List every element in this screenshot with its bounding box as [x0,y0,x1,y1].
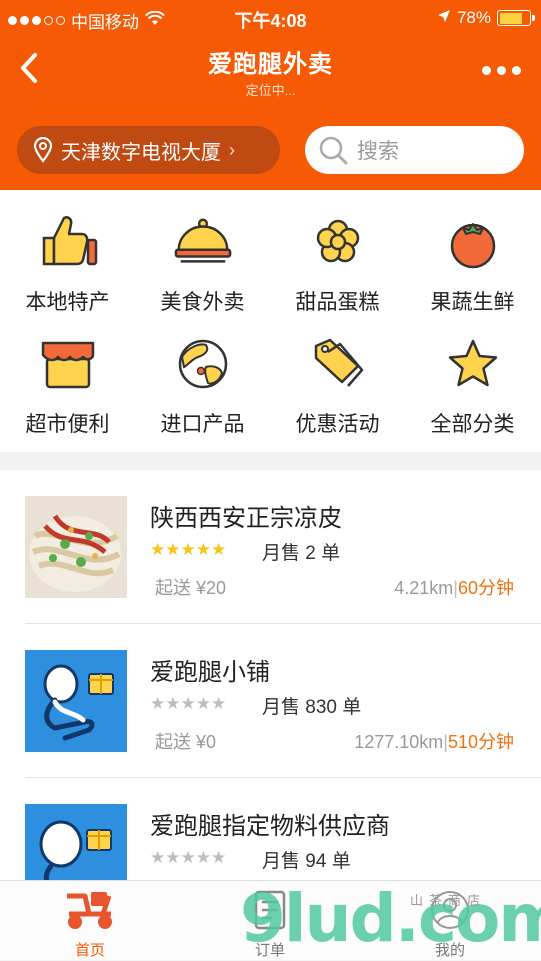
delivery-time: 60分钟 [457,578,514,598]
star-icon: ★ [195,540,211,559]
category-fresh-produce[interactable]: 果蔬生鲜 [405,212,540,316]
category-desserts[interactable]: 甜品蛋糕 [270,212,405,316]
category-label: 优惠活动 [295,413,380,436]
category-label: 甜品蛋糕 [295,291,380,314]
monthly-sales: 月售 94 单 [262,851,351,872]
category-label: 果蔬生鲜 [430,291,515,314]
tag-icon [308,334,368,394]
tab-profile[interactable]: 我的 [360,881,540,961]
store-name: 陕西西安正宗凉皮 [150,505,342,532]
category-local-specialty[interactable]: 本地特产 [0,212,135,316]
globe-icon [173,334,233,394]
thumbs-up-icon [38,212,98,272]
search-input[interactable]: 搜索 [305,126,524,174]
category-label: 进口产品 [160,413,245,436]
star-icon: ★ [211,694,227,713]
chevron-right-icon: › [229,139,235,160]
search-placeholder: 搜索 [357,140,399,163]
map-pin-icon [33,137,53,163]
category-grid: 本地特产 美食外卖 甜品蛋糕 果蔬生鲜 超市便利 进口产品 优惠活动 全部分类 [0,190,541,452]
minimum-order: 起送 ¥0 [155,732,217,752]
order-icon [243,887,297,933]
store-icon [38,334,98,394]
monthly-sales: 月售 830 单 [262,697,362,718]
more-button[interactable] [482,66,521,75]
star-icon: ★ [150,848,166,867]
tab-bar: 首页 订单 我的 [0,880,541,960]
location-selector[interactable]: 天津数字电视大厦 › [17,126,280,174]
runner-logo-icon [25,650,127,752]
star-icon: ★ [180,848,196,867]
store-thumbnail [25,650,127,752]
more-dot-icon [482,66,491,75]
star-icon [443,334,503,394]
search-row: 天津数字电视大厦 › 搜索 [0,106,541,190]
rating-stars: ★★★★★ [150,694,226,714]
star-icon: ★ [165,540,181,559]
category-label: 美食外卖 [160,291,245,314]
tab-label: 我的 [434,942,465,959]
location-arrow-icon [437,8,451,28]
battery-level [499,12,523,24]
distance: 1277.10km [354,732,444,752]
monthly-sales: 月售 2 单 [262,543,341,564]
store-name: 爱跑腿指定物料供应商 [150,813,390,840]
category-label: 超市便利 [25,413,110,436]
tab-orders[interactable]: 订单 [180,881,360,961]
delivery-info: 4.21km|60分钟 [394,574,514,600]
store-item[interactable]: 爱跑腿小铺 ★★★★★ 月售 830 单 起送 ¥0 1277.10km|510… [0,624,541,778]
status-bar: 中国移动 下午4:08 78% [0,0,541,36]
store-thumbnail [25,496,127,598]
star-icon: ★ [165,848,181,867]
user-icon [423,887,477,933]
minimum-order: 起送 ¥20 [155,578,227,598]
star-icon: ★ [195,848,211,867]
rating-stars: ★★★★★ [150,848,226,868]
tomato-icon [443,212,503,272]
category-promotions[interactable]: 优惠活动 [270,334,405,438]
battery-icon [497,10,535,26]
tab-label: 订单 [254,942,285,959]
star-icon: ★ [195,694,211,713]
battery-percent: 78% [456,8,491,27]
page-title: 爱跑腿外卖 [208,51,333,78]
status-right: 78% [437,8,535,28]
star-icon: ★ [150,540,166,559]
location-label: 天津数字电视大厦 [61,141,221,164]
store-name: 爱跑腿小铺 [150,659,270,686]
store-list: 陕西西安正宗凉皮 ★★★★★ 月售 2 单 起送 ¥20 4.21km|60分钟… [0,470,541,880]
food-cover-icon [173,212,233,272]
star-icon: ★ [165,694,181,713]
location-status: 定位中... [245,83,296,98]
runner-logo-icon [25,804,127,880]
star-icon: ★ [180,540,196,559]
category-label: 全部分类 [430,413,515,436]
category-convenience-store[interactable]: 超市便利 [0,334,135,438]
distance: 4.21km [394,578,454,598]
tab-label: 首页 [74,942,105,959]
category-food-delivery[interactable]: 美食外卖 [135,212,270,316]
store-thumbnail [25,804,127,880]
star-icon: ★ [211,848,227,867]
star-icon: ★ [150,694,166,713]
category-all[interactable]: 全部分类 [405,334,540,438]
rating-stars: ★★★★★ [150,540,226,560]
more-dot-icon [497,66,506,75]
store-item[interactable]: 爱跑腿指定物料供应商 ★★★★★ 月售 94 单 [0,778,541,880]
delivery-info: 1277.10km|510分钟 [354,728,514,754]
star-icon: ★ [211,540,227,559]
flower-icon [308,212,368,272]
more-dot-icon [512,66,521,75]
tab-home[interactable]: 首页 [0,881,180,961]
star-icon: ★ [180,694,196,713]
scooter-icon [63,887,117,933]
delivery-time: 510分钟 [447,732,514,752]
category-label: 本地特产 [25,291,110,314]
category-imported[interactable]: 进口产品 [135,334,270,438]
store-item[interactable]: 陕西西安正宗凉皮 ★★★★★ 月售 2 单 起送 ¥20 4.21km|60分钟 [0,470,541,624]
section-divider [0,452,541,470]
nav-bar: 爱跑腿外卖 定位中... [0,36,541,106]
search-icon [319,136,348,165]
